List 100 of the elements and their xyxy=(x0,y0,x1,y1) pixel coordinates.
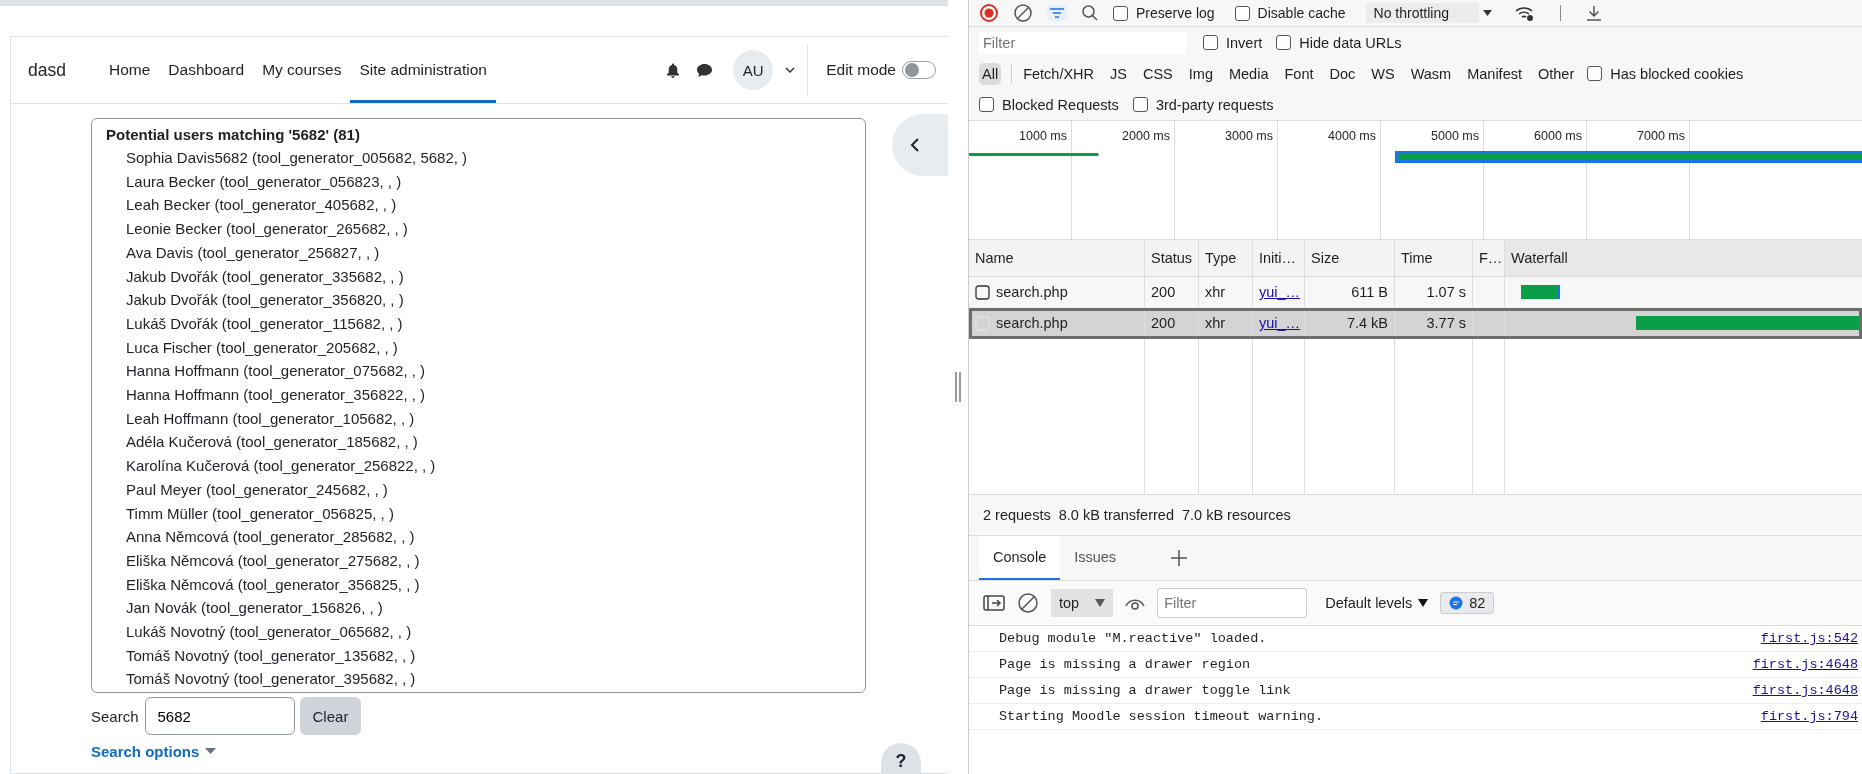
user-option[interactable]: Eliška Němcová (tool_generator_275682, , ) xyxy=(106,548,855,573)
type-filter-button[interactable]: Img xyxy=(1185,62,1216,85)
log-levels-dropdown[interactable]: Default levels xyxy=(1325,595,1413,611)
request-row[interactable]: search.php 200 xhr yui_… 7.4 kB 3.77 s xyxy=(969,308,1862,339)
checkbox[interactable] xyxy=(1113,5,1128,21)
user-option[interactable]: Paul Meyer (tool_generator_245682, , ) xyxy=(106,477,855,502)
source-link[interactable]: first.js:794 xyxy=(1760,709,1858,724)
checkbox[interactable] xyxy=(1587,66,1603,81)
timeline-tick-label: 3000 ms xyxy=(1175,121,1278,239)
table-cell: 7.4 kB xyxy=(1305,308,1395,338)
user-option[interactable]: Hanna Hoffmann (tool_generator_356822, , ) xyxy=(106,383,855,407)
user-option[interactable]: Sophia Davis5682 (tool_generator_005682, 5682, ) xyxy=(106,146,855,170)
bell-icon[interactable] xyxy=(666,62,681,78)
clear-icon[interactable] xyxy=(1013,3,1033,23)
type-filter-button[interactable]: Font xyxy=(1281,62,1317,85)
type-filter-button[interactable]: Fetch/XHR xyxy=(1020,62,1098,85)
throttling-dropdown[interactable]: No throttling xyxy=(1365,3,1479,23)
checkbox-label: Hide data URLs xyxy=(1299,34,1402,51)
checkbox[interactable] xyxy=(979,97,994,112)
user-option[interactable]: Anna Němcová (tool_generator_285682, , ) xyxy=(106,525,855,549)
source-link[interactable]: first.js:4648 xyxy=(1752,657,1858,672)
user-option[interactable]: Tomáš Novotný (tool_generator_395682, , ) xyxy=(106,667,855,692)
type-filter-button[interactable]: Doc xyxy=(1326,62,1359,85)
search-field[interactable]: 5682 xyxy=(144,697,295,735)
type-filter-button[interactable]: Media xyxy=(1225,62,1272,85)
checkbox[interactable] xyxy=(1132,97,1148,112)
help-button[interactable]: ? xyxy=(881,743,921,773)
user-option[interactable]: Eliška Němcová (tool_generator_356825, , ) xyxy=(106,572,855,597)
message-bubble-icon[interactable] xyxy=(1449,596,1464,610)
chevron-down-icon[interactable] xyxy=(785,66,796,74)
type-filter-button[interactable]: All xyxy=(979,62,1002,85)
type-filter-button[interactable]: WS xyxy=(1368,62,1398,85)
edit-mode-toggle[interactable] xyxy=(902,61,936,79)
clear-icon[interactable] xyxy=(1017,592,1039,614)
download-icon[interactable] xyxy=(1585,4,1603,22)
caret-down-icon[interactable] xyxy=(1418,599,1429,607)
user-option[interactable]: Leah Hoffmann (tool_generator_105682, , ) xyxy=(106,406,855,431)
source-link[interactable]: first.js:542 xyxy=(1760,631,1858,646)
user-option[interactable]: Jakub Dvořák (tool_generator_335682, , ) xyxy=(106,264,855,289)
column-header[interactable]: Initi… xyxy=(1253,240,1305,276)
type-filter-button[interactable]: Other xyxy=(1535,62,1578,85)
checkbox[interactable] xyxy=(1203,35,1218,50)
checkbox[interactable] xyxy=(1234,5,1250,21)
chat-bubble-icon[interactable] xyxy=(696,62,714,78)
user-option[interactable]: Adéla Kučerová (tool_generator_185682, , ) xyxy=(106,430,855,455)
type-filter-button[interactable]: Wasm xyxy=(1407,62,1455,85)
drawer-tab[interactable]: Issues xyxy=(1060,536,1131,580)
resize-handle[interactable] xyxy=(955,372,961,402)
message-count-badge[interactable]: 82 xyxy=(1440,592,1495,614)
user-option[interactable]: Tomáš Novotný (tool_generator_135682, , ) xyxy=(106,643,855,668)
user-option[interactable]: Karolína Kučerová (tool_generator_256822, , ) xyxy=(106,454,855,478)
user-option[interactable]: Leah Becker (tool_generator_405682, , ) xyxy=(106,193,855,218)
chevron-left-icon[interactable] xyxy=(910,138,920,152)
checkbox[interactable] xyxy=(1276,35,1292,50)
drawer-tab[interactable]: Console xyxy=(979,536,1061,580)
filter-field[interactable]: Filter xyxy=(979,31,1187,54)
column-header[interactable]: Type xyxy=(1199,240,1253,276)
user-option[interactable]: Jakub Dvořák (tool_generator_356820, , ) xyxy=(106,288,855,312)
clear-button[interactable]: Clear xyxy=(299,697,362,735)
search-icon[interactable] xyxy=(1081,4,1099,22)
console-message: Debug module "M.reactive" loaded. xyxy=(999,631,1267,646)
network-settings-icon[interactable] xyxy=(1514,4,1536,22)
caret-down-icon[interactable] xyxy=(1483,10,1492,16)
type-filter-button[interactable]: Manifest xyxy=(1464,62,1525,85)
console-filter-field[interactable]: Filter xyxy=(1157,588,1308,618)
column-header[interactable]: Time xyxy=(1395,240,1473,276)
user-option[interactable]: Lukáš Novotný (tool_generator_065682, , ) xyxy=(106,620,855,644)
user-option[interactable]: Luca Fischer (tool_generator_205682, , ) xyxy=(106,335,855,360)
user-select-list[interactable] xyxy=(91,118,866,693)
drawer-toggle-button[interactable] xyxy=(892,114,948,176)
initiator-link[interactable]: yui_… xyxy=(1259,284,1301,300)
source-link[interactable]: first.js:4648 xyxy=(1752,683,1858,698)
column-header[interactable]: Size xyxy=(1305,240,1395,276)
nav-link[interactable]: My courses xyxy=(253,37,351,103)
user-option[interactable]: Hanna Hoffmann (tool_generator_075682, , ) xyxy=(106,359,855,384)
user-option[interactable]: Laura Becker (tool_generator_056823, , ) xyxy=(106,169,855,194)
column-header[interactable]: Status xyxy=(1145,240,1199,276)
nav-link[interactable]: Dashboard xyxy=(159,37,254,103)
user-option[interactable]: Jan Novák (tool_generator_156826, , ) xyxy=(106,596,855,621)
nav-link[interactable]: Home xyxy=(99,37,160,103)
user-option[interactable]: Lukáš Dvořák (tool_generator_115682, , ) xyxy=(106,311,855,336)
nav-link[interactable]: Site administration xyxy=(350,37,496,103)
column-header[interactable]: Waterfall xyxy=(1505,240,1862,276)
request-row[interactable]: search.php 200 xhr yui_… 611 B 1.07 s xyxy=(969,277,1862,308)
user-option[interactable]: Timm Müller (tool_generator_056825, , ) xyxy=(106,501,855,526)
console-message: Page is missing a drawer region xyxy=(999,657,1251,672)
search-options-link[interactable]: Search options xyxy=(91,743,200,760)
column-header[interactable]: Name xyxy=(969,240,1145,276)
user-option[interactable]: Ava Davis (tool_generator_256827, , ) xyxy=(106,240,855,265)
type-filter-button[interactable]: CSS xyxy=(1139,62,1176,85)
type-filter-button[interactable]: JS xyxy=(1107,62,1130,85)
initiator-link[interactable]: yui_… xyxy=(1259,315,1301,331)
user-option[interactable]: Leonie Becker (tool_generator_265682, , ) xyxy=(106,217,855,241)
context-dropdown[interactable]: top xyxy=(1051,589,1114,617)
user-avatar[interactable]: AU xyxy=(733,50,774,90)
filter-icon[interactable] xyxy=(1047,5,1067,21)
record-stop-icon[interactable] xyxy=(979,3,999,23)
sidebar-icon[interactable] xyxy=(983,595,1005,611)
plus-icon[interactable] xyxy=(1170,549,1189,567)
site-name[interactable]: dasd xyxy=(28,59,66,81)
